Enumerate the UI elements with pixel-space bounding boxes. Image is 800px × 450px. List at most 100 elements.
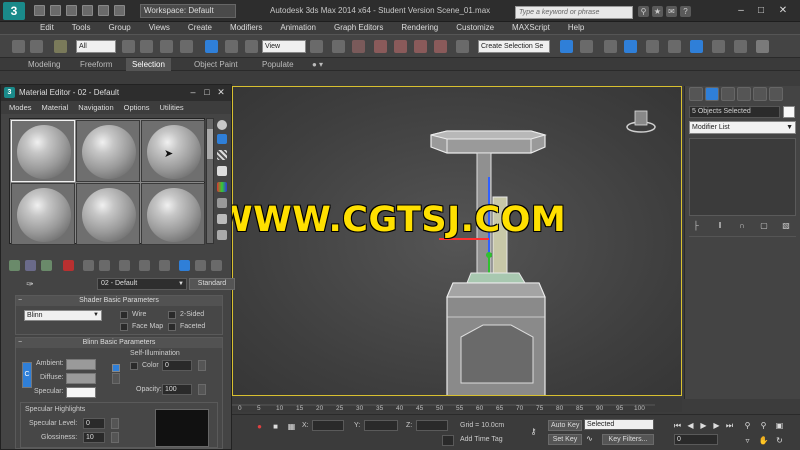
key-filters-button[interactable]: Key Filters... — [602, 434, 654, 445]
show-end-result-material-icon[interactable] — [179, 260, 190, 271]
diffuse-map-button[interactable] — [112, 373, 120, 384]
menu-graph-editors[interactable]: Graph Editors — [334, 22, 383, 34]
specular-level-map-button[interactable] — [111, 418, 119, 429]
sample-uv-tiling-icon[interactable] — [217, 166, 227, 176]
named-selection-sets-dropdown[interactable]: Create Selection Se — [478, 40, 550, 53]
pick-material-eyedropper-icon[interactable]: ✑ — [23, 277, 37, 291]
make-unique-material-icon[interactable] — [99, 260, 110, 271]
me-menu-options[interactable]: Options — [124, 101, 150, 114]
ribbon-options-icon[interactable]: ● ▾ — [306, 58, 329, 71]
self-illum-spinner[interactable]: 0 — [162, 360, 192, 371]
add-time-tag-button[interactable]: Add Time Tag — [460, 436, 503, 443]
open-file-icon[interactable] — [50, 5, 61, 16]
tab-object-paint[interactable]: Object Paint — [188, 58, 244, 71]
material-name-field[interactable]: 02 - Default ▼ — [97, 278, 187, 290]
sample-slot[interactable] — [11, 183, 75, 245]
lock-ambient-diffuse-button[interactable]: C — [22, 362, 32, 388]
shader-rollout-header[interactable]: − Shader Basic Parameters — [16, 296, 222, 306]
auto-key-button[interactable]: Auto Key — [548, 420, 582, 431]
selection-filter-dropdown[interactable]: All — [76, 40, 116, 53]
backlight-icon[interactable] — [217, 134, 227, 144]
snaps-toggle-icon[interactable] — [374, 40, 387, 53]
rendered-frame-window-icon[interactable] — [734, 40, 747, 53]
face-map-checkbox[interactable] — [120, 323, 128, 331]
set-key-button[interactable]: Set Key — [548, 434, 582, 445]
sample-slot[interactable] — [76, 183, 140, 245]
select-manipulate-icon[interactable] — [332, 40, 345, 53]
restore-button[interactable]: □ — [754, 4, 768, 18]
background-checker-icon[interactable] — [217, 150, 227, 160]
material-editor-icon[interactable] — [690, 40, 703, 53]
viewcube-icon[interactable] — [625, 105, 657, 137]
me-menu-modes[interactable]: Modes — [9, 101, 32, 114]
glossiness-spinner[interactable]: 10 — [83, 432, 105, 443]
material-type-button[interactable]: Standard — [189, 278, 235, 290]
assign-material-icon[interactable] — [41, 260, 52, 271]
reference-coordinate-dropdown[interactable]: View — [262, 40, 306, 53]
redo-toolbar-icon[interactable] — [30, 40, 43, 53]
glossiness-map-button[interactable] — [111, 432, 119, 443]
menu-views[interactable]: Views — [149, 22, 170, 34]
select-and-move-icon[interactable] — [205, 40, 218, 53]
show-end-result-icon[interactable]: ‖ — [715, 221, 725, 231]
align-icon[interactable] — [580, 40, 593, 53]
sample-slot[interactable] — [11, 120, 75, 182]
time-tag-checkbox[interactable] — [442, 435, 454, 446]
remove-modifier-icon[interactable]: ▢ — [759, 221, 769, 231]
sample-type-icon[interactable] — [217, 120, 227, 130]
communication-icon[interactable]: ✉ — [666, 6, 677, 17]
sample-slot[interactable] — [76, 120, 140, 182]
material-editor-minimize-button[interactable]: – — [187, 86, 199, 98]
save-file-icon[interactable] — [66, 5, 77, 16]
new-scene-icon[interactable] — [34, 5, 45, 16]
key-mode-dropdown[interactable]: Selected — [584, 419, 654, 430]
object-color-swatch[interactable] — [783, 106, 795, 118]
render-setup-icon[interactable] — [712, 40, 725, 53]
go-to-parent-icon[interactable] — [195, 260, 206, 271]
zoom-all-icon[interactable]: ⚲ — [758, 420, 769, 431]
perspective-viewport[interactable] — [232, 86, 682, 396]
keyboard-shortcut-icon[interactable] — [352, 40, 365, 53]
app-logo-icon[interactable]: 3 — [3, 2, 25, 20]
redo-icon[interactable] — [98, 5, 109, 16]
tab-freeform[interactable]: Freeform — [74, 58, 118, 71]
me-menu-utilities[interactable]: Utilities — [160, 101, 184, 114]
spinner-snap-icon[interactable] — [434, 40, 447, 53]
select-by-name-icon[interactable] — [140, 40, 153, 53]
material-id-channel-icon[interactable] — [139, 260, 150, 271]
hierarchy-tab-icon[interactable] — [721, 87, 735, 101]
percent-snap-icon[interactable] — [414, 40, 427, 53]
blinn-rollout-header[interactable]: − Blinn Basic Parameters — [16, 338, 222, 348]
project-folder-icon[interactable] — [114, 5, 125, 16]
search-icon[interactable]: ⚲ — [638, 6, 649, 17]
menu-create[interactable]: Create — [188, 22, 212, 34]
minimize-button[interactable]: – — [734, 4, 748, 18]
menu-help[interactable]: Help — [568, 22, 584, 34]
sample-slot[interactable]: ➤ — [141, 120, 205, 182]
select-and-scale-icon[interactable] — [245, 40, 258, 53]
close-button[interactable]: ✕ — [776, 4, 790, 18]
isolate-selection-icon[interactable]: ■ — [270, 421, 281, 432]
opacity-map-button[interactable] — [198, 384, 206, 395]
previous-frame-icon[interactable]: ◀ — [685, 420, 696, 431]
material-editor-close-button[interactable]: ✕ — [215, 86, 227, 98]
current-frame-field[interactable]: 0 — [674, 434, 718, 445]
video-color-check-icon[interactable] — [217, 182, 227, 192]
modifier-stack[interactable] — [689, 138, 796, 216]
pin-stack-icon[interactable]: ├ — [691, 221, 701, 231]
shader-type-dropdown[interactable]: Blinn ▼ — [24, 310, 102, 321]
undo-toolbar-icon[interactable] — [12, 40, 25, 53]
select-and-link-icon[interactable] — [54, 40, 67, 53]
angle-snap-icon[interactable] — [394, 40, 407, 53]
help-search-input[interactable]: Type a keyword or phrase — [515, 6, 633, 19]
lock-selection-icon[interactable]: ● — [254, 421, 265, 432]
sample-slot-scrollbar[interactable] — [206, 118, 214, 244]
material-editor-maximize-button[interactable]: □ — [201, 86, 213, 98]
zoom-extents-icon[interactable]: ▣ — [774, 420, 785, 431]
region-select-icon[interactable] — [160, 40, 173, 53]
tab-selection[interactable]: Selection — [126, 58, 171, 71]
wire-checkbox[interactable] — [120, 311, 128, 319]
self-illum-map-button[interactable] — [198, 360, 206, 371]
edit-named-selection-icon[interactable] — [456, 40, 469, 53]
pan-view-icon[interactable]: ✋ — [758, 435, 769, 446]
